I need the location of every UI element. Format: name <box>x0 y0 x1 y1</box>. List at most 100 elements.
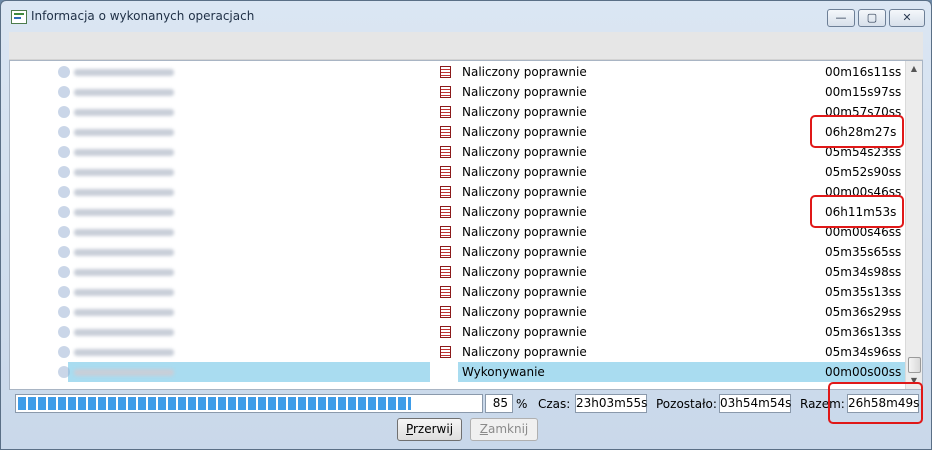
calculation-sheet-icon <box>440 146 451 158</box>
app-icon <box>11 10 27 24</box>
time-highlight-box <box>810 195 904 228</box>
row-status: Naliczony poprawnie <box>462 305 587 319</box>
row-time: 05m34s96ss <box>825 345 902 359</box>
employee-name-redacted <box>58 364 218 380</box>
maximize-button[interactable]: ▢ <box>858 9 886 27</box>
employee-name-redacted <box>58 164 218 180</box>
calculation-sheet-icon <box>440 186 451 198</box>
row-status: Naliczony poprawnie <box>462 325 587 339</box>
scroll-up-arrow-icon[interactable]: ▲ <box>906 61 922 77</box>
user-icon <box>58 186 70 198</box>
progress-fill <box>18 397 411 410</box>
redacted-text <box>74 69 174 76</box>
redacted-text <box>74 249 174 256</box>
employee-name-redacted <box>58 244 218 260</box>
minimize-button[interactable]: — <box>827 9 855 27</box>
redacted-text <box>74 89 174 96</box>
employee-name-redacted <box>58 304 218 320</box>
table-row[interactable]: Naliczony poprawnie 06h11m53s <box>10 202 907 222</box>
calculation-sheet-icon <box>440 126 451 138</box>
user-icon <box>58 366 70 378</box>
close-button[interactable]: ✕ <box>889 9 925 27</box>
scrollbar-thumb[interactable] <box>908 357 921 373</box>
calculation-sheet-icon <box>440 306 451 318</box>
employee-name-redacted <box>58 284 218 300</box>
user-icon <box>58 86 70 98</box>
employee-name-redacted <box>58 224 218 240</box>
title-bar[interactable]: Informacja o wykonanych operacjach — ▢ ✕ <box>1 1 931 31</box>
row-time: 00m16s11ss <box>825 65 902 79</box>
redacted-text <box>74 189 174 196</box>
przerwij-mnemonic: P <box>405 422 413 436</box>
user-icon <box>58 326 70 338</box>
zamknij-mnemonic: Z <box>479 422 488 436</box>
row-status: Naliczony poprawnie <box>462 205 587 219</box>
czas-label: Czas: <box>538 397 571 411</box>
row-time: 05m35s65ss <box>825 245 902 259</box>
user-icon <box>58 346 70 358</box>
calculation-sheet-icon <box>440 346 451 358</box>
row-status: Naliczony poprawnie <box>462 165 587 179</box>
employee-name-redacted <box>58 84 218 100</box>
table-row[interactable]: Naliczony poprawnie 00m00s46ss <box>10 182 907 202</box>
redacted-text <box>74 169 174 176</box>
table-row[interactable]: Naliczony poprawnie 05m35s13ss <box>10 282 907 302</box>
table-row[interactable]: Naliczony poprawnie 00m15s97ss <box>10 82 907 102</box>
czas-value: 23h03m55s <box>575 394 647 413</box>
pozostalo-value: 03h54m54s <box>719 394 791 413</box>
operations-list[interactable]: Wykonywanie 00m00s00ss Naliczony poprawnie… <box>9 60 923 390</box>
calculation-sheet-icon <box>440 266 451 278</box>
razem-highlight-box <box>828 382 923 424</box>
table-row[interactable]: Naliczony poprawnie 05m34s98ss <box>10 262 907 282</box>
user-icon <box>58 126 70 138</box>
row-status: Naliczony poprawnie <box>462 125 587 139</box>
calculation-sheet-icon <box>440 206 451 218</box>
progress-bar <box>15 394 483 413</box>
redacted-text <box>74 209 174 216</box>
table-row[interactable]: Naliczony poprawnie 05m52s90ss <box>10 162 907 182</box>
row-status: Naliczony poprawnie <box>462 65 587 79</box>
table-row[interactable]: Naliczony poprawnie 05m34s96ss <box>10 342 907 362</box>
employee-name-redacted <box>58 204 218 220</box>
table-row[interactable]: Naliczony poprawnie 00m00s46ss <box>10 222 907 242</box>
user-icon <box>58 246 70 258</box>
calculation-sheet-icon <box>440 286 451 298</box>
table-row[interactable]: Naliczony poprawnie 00m57s70ss <box>10 102 907 122</box>
row-status: Naliczony poprawnie <box>462 145 587 159</box>
calculation-sheet-icon <box>440 166 451 178</box>
user-icon <box>58 306 70 318</box>
table-row[interactable]: Naliczony poprawnie 05m54s23ss <box>10 142 907 162</box>
row-time: 05m36s13ss <box>825 325 902 339</box>
vertical-scrollbar[interactable]: ▲ ▼ <box>905 61 922 389</box>
row-status: Naliczony poprawnie <box>462 225 587 239</box>
calculation-sheet-icon <box>440 86 451 98</box>
table-row[interactable]: Naliczony poprawnie 05m36s29ss <box>10 302 907 322</box>
row-time: 05m36s29ss <box>825 305 902 319</box>
employee-name-redacted <box>58 64 218 80</box>
row-time: 05m52s90ss <box>825 165 902 179</box>
user-icon <box>58 206 70 218</box>
window-title: Informacja o wykonanych operacjach <box>31 9 255 23</box>
employee-name-redacted <box>58 184 218 200</box>
calculation-sheet-icon <box>440 106 451 118</box>
redacted-text <box>74 349 174 356</box>
row-status: Naliczony poprawnie <box>462 285 587 299</box>
employee-name-redacted <box>58 124 218 140</box>
dialog-window: Informacja o wykonanych operacjach — ▢ ✕… <box>0 0 932 450</box>
table-row[interactable]: Naliczony poprawnie 05m35s65ss <box>10 242 907 262</box>
przerwij-button[interactable]: Przerwij <box>397 418 462 441</box>
employee-name-redacted <box>58 324 218 340</box>
row-status: Naliczony poprawnie <box>462 85 587 99</box>
row-status: Naliczony poprawnie <box>462 105 587 119</box>
pozostalo-label: Pozostało: <box>656 397 717 411</box>
table-row[interactable]: Naliczony poprawnie 05m36s13ss <box>10 322 907 342</box>
redacted-text <box>74 229 174 236</box>
employee-name-redacted <box>58 144 218 160</box>
table-row[interactable]: Wykonywanie 00m00s00ss <box>10 362 907 382</box>
user-icon <box>58 266 70 278</box>
zamknij-button: Zamknij <box>470 418 538 441</box>
table-row[interactable]: Naliczony poprawnie 00m16s11ss <box>10 62 907 82</box>
table-row[interactable]: Naliczony poprawnie 06h28m27s <box>10 122 907 142</box>
row-time: 00m00s00ss <box>825 365 902 379</box>
przerwij-label: rzerwij <box>413 422 454 436</box>
